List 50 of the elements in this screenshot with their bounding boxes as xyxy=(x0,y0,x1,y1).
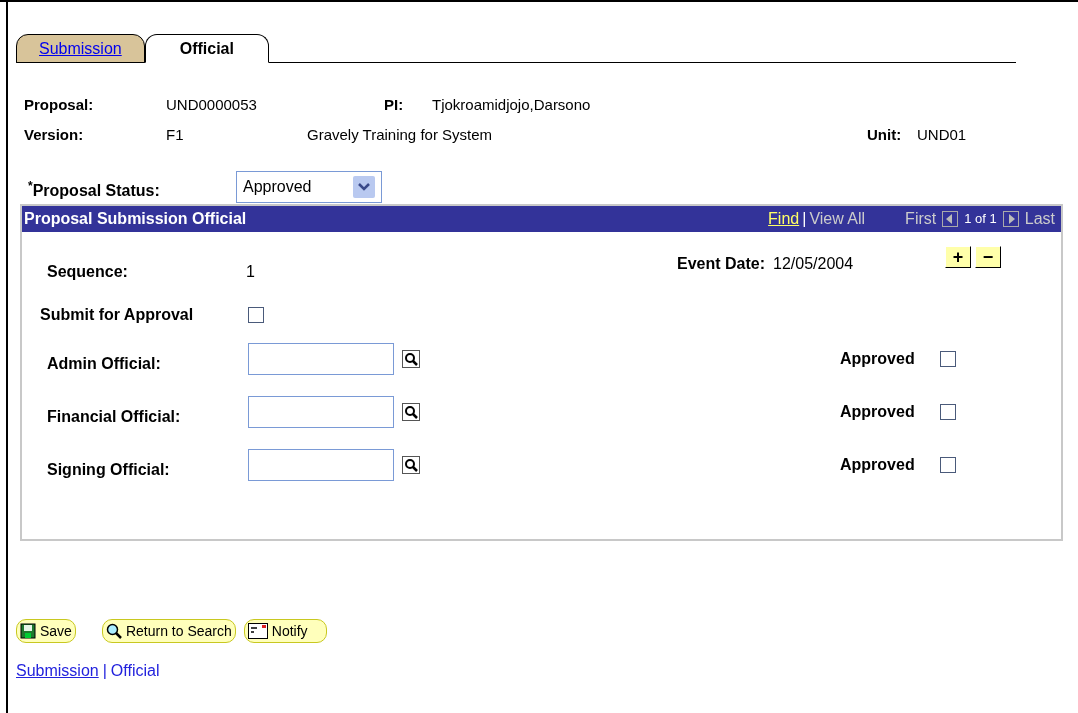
field-label: Unit: xyxy=(867,124,903,145)
chevron-down-icon xyxy=(353,176,375,198)
field-label: $^{*}$Proposal Status: xyxy=(28,179,161,201)
field-label: Financial Official: xyxy=(47,406,182,427)
checkbox-label: Approved xyxy=(840,348,916,369)
field-value: UND0000053 xyxy=(166,94,258,115)
search-icon xyxy=(105,623,122,639)
field-label: PI: xyxy=(384,94,405,115)
find-link[interactable]: Find xyxy=(768,207,800,231)
search-icon[interactable] xyxy=(402,455,420,474)
field-value: 1 xyxy=(246,262,256,282)
tab[interactable]: Submission xyxy=(16,34,145,63)
field-label: Event Date: xyxy=(677,254,766,274)
envelope-icon xyxy=(247,623,268,639)
field-value: UND01 xyxy=(917,124,967,145)
add-row-button[interactable]: + xyxy=(945,246,972,268)
page-link[interactable]: Official xyxy=(110,659,160,683)
checkbox[interactable] xyxy=(940,403,956,420)
checkbox-label: Submit for Approval xyxy=(40,305,195,325)
status-dropdown[interactable]: Approved xyxy=(236,171,382,203)
checkbox[interactable] xyxy=(940,456,956,473)
checkbox[interactable] xyxy=(248,307,264,323)
field-value: 12/05/2004 xyxy=(773,254,855,274)
separator: | xyxy=(802,209,807,229)
search-icon[interactable] xyxy=(402,402,420,421)
field-label: Admin Official: xyxy=(47,353,162,374)
field-label: Version: xyxy=(24,124,85,145)
return-to-search-button[interactable]: Return to Search xyxy=(101,619,236,643)
field-label: Signing Official: xyxy=(47,459,171,480)
delete-row-button[interactable]: − xyxy=(975,246,1002,268)
checkbox-label: Approved xyxy=(840,454,916,475)
input-field[interactable] xyxy=(248,395,394,428)
save-button[interactable]: Save xyxy=(16,619,76,643)
field-value: Gravely Training for System xyxy=(307,124,494,145)
field-value: Tjokroamidjojo,Darsono xyxy=(432,94,591,115)
checkbox[interactable] xyxy=(940,350,956,367)
page-count: 1 of 1 xyxy=(964,210,997,229)
grid-title: Proposal Submission Official xyxy=(23,209,247,229)
tab[interactable]: Official xyxy=(144,34,269,63)
input-field[interactable] xyxy=(248,342,394,375)
notify-button[interactable]: Notify xyxy=(243,619,327,643)
field-label: Sequence: xyxy=(47,262,129,282)
separator: | xyxy=(102,661,107,681)
view-all-link[interactable]: View All xyxy=(809,207,866,231)
page-link[interactable]: Submission xyxy=(16,659,99,683)
checkbox-label: Approved xyxy=(840,401,916,422)
search-icon[interactable] xyxy=(402,349,420,368)
field-label: Proposal: xyxy=(24,94,95,115)
input-field[interactable] xyxy=(248,448,394,481)
field-value: F1 xyxy=(166,124,185,145)
